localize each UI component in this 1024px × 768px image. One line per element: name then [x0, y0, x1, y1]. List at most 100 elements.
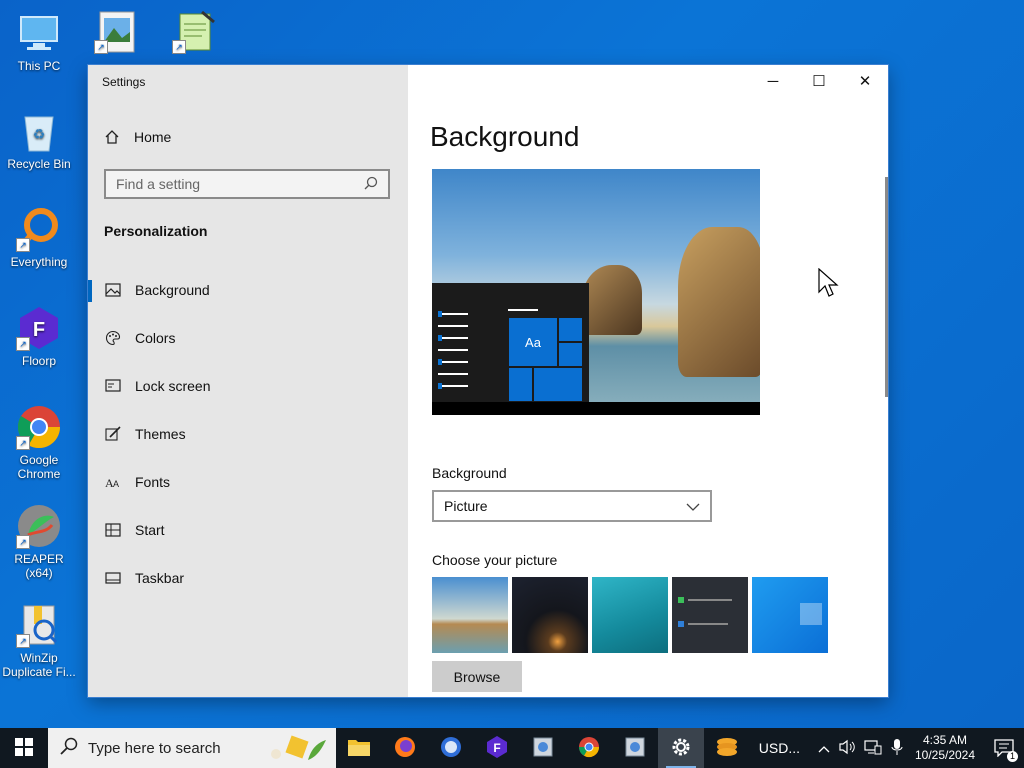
- picture-thumbnail[interactable]: [512, 577, 588, 653]
- desktop-icon-label: Floorp: [21, 354, 56, 368]
- taskbar-search-placeholder: Type here to search: [88, 739, 221, 757]
- background-type-dropdown[interactable]: Picture: [432, 490, 712, 522]
- search-placeholder: Find a setting: [116, 176, 201, 192]
- chrome-icon: [577, 735, 601, 762]
- winzip-icon: ↗: [16, 602, 62, 648]
- settings-window: Settings Home Find a setting Personaliza…: [88, 65, 888, 697]
- maximize-button[interactable]: ☐: [796, 65, 842, 97]
- start-button[interactable]: [0, 728, 48, 768]
- find-setting-input[interactable]: Find a setting: [104, 169, 390, 199]
- taskbar-file-explorer[interactable]: [336, 728, 382, 768]
- desktop-icon-notepad[interactable]: ↗: [158, 8, 232, 57]
- window-controls: ─ ☐ ✕: [750, 65, 888, 97]
- chevron-down-icon: [686, 498, 700, 514]
- background-preview: Aa: [432, 169, 760, 415]
- notepad-icon: ↗: [172, 8, 218, 54]
- currency-tray-text[interactable]: USD...: [759, 740, 800, 756]
- home-icon: [104, 129, 120, 145]
- clock-date: 10/25/2024: [914, 748, 976, 762]
- coins-icon: [714, 736, 740, 761]
- desktop-icon-recycle-bin[interactable]: ♻ Recycle Bin: [2, 108, 76, 171]
- close-button[interactable]: ✕: [842, 65, 888, 97]
- system-tray: USD... 4:35 AM 10/25/2024 1: [759, 728, 1024, 768]
- page-title: Background: [430, 121, 580, 152]
- taskbar-floorp[interactable]: F: [474, 728, 520, 768]
- choose-picture-label: Choose your picture: [432, 552, 558, 568]
- taskbar-tool-app-2[interactable]: [612, 728, 658, 768]
- settings-sidebar: Settings Home Find a setting Personaliza…: [88, 65, 408, 697]
- taskbar-tool-app[interactable]: [520, 728, 566, 768]
- preview-tile: Aa: [508, 317, 558, 367]
- desktop-icon-label: Google Chrome: [17, 453, 61, 481]
- taskbar-chrome[interactable]: [566, 728, 612, 768]
- sidebar-item-label: Fonts: [135, 474, 171, 490]
- brush-icon: [105, 426, 121, 442]
- settings-content: ─ ☐ ✕ Background Aa Background Picture C…: [408, 65, 888, 697]
- taskbar: Type here to search F USD... 4:35 AM 10/…: [0, 728, 1024, 768]
- clock-time: 4:35 AM: [922, 733, 968, 747]
- start-menu-icon: [105, 522, 121, 538]
- taskbar-firefox[interactable]: [382, 728, 428, 768]
- svg-text:F: F: [33, 319, 45, 341]
- dropdown-value: Picture: [444, 498, 488, 514]
- sidebar-item-start[interactable]: Start: [88, 510, 408, 550]
- fonts-icon: AA: [105, 474, 121, 490]
- home-label: Home: [134, 129, 172, 145]
- taskbar-icon: [105, 570, 121, 586]
- picture-thumbnail[interactable]: [672, 577, 748, 653]
- sidebar-item-lock-screen[interactable]: Lock screen: [88, 366, 408, 406]
- firefox-icon: [393, 735, 417, 762]
- sidebar-item-taskbar[interactable]: Taskbar: [88, 558, 408, 598]
- background-type-label: Background: [432, 465, 507, 481]
- volume-icon[interactable]: [838, 739, 856, 758]
- desktop-icon-reaper[interactable]: ↗ REAPER (x64): [2, 503, 76, 580]
- desktop-icon-winzip[interactable]: ↗ WinZip Duplicate Fi...: [2, 602, 76, 679]
- sidebar-item-label: Lock screen: [135, 378, 211, 394]
- everything-icon: ↗: [16, 206, 62, 252]
- microphone-icon[interactable]: [890, 738, 904, 759]
- tool-app-icon: [623, 735, 647, 762]
- taskbar-app-blue[interactable]: [428, 728, 474, 768]
- picture-thumbnail[interactable]: [752, 577, 828, 653]
- desktop-icon-everything[interactable]: ↗ Everything: [2, 206, 76, 269]
- picture-thumbnail[interactable]: [432, 577, 508, 653]
- notification-count-badge: 1: [1007, 751, 1018, 762]
- palette-icon: [105, 330, 121, 346]
- sidebar-item-label: Background: [135, 282, 210, 298]
- minimize-button[interactable]: ─: [750, 65, 796, 97]
- sidebar-item-label: Colors: [135, 330, 176, 346]
- sidebar-item-themes[interactable]: Themes: [88, 414, 408, 454]
- taskbar-settings[interactable]: [658, 728, 704, 768]
- tool-app-icon: [531, 735, 555, 762]
- svg-text:A: A: [113, 479, 119, 489]
- taskbar-search-box[interactable]: Type here to search: [48, 728, 336, 768]
- floorp-icon: F ↗: [16, 305, 62, 351]
- desktop-icon-chrome[interactable]: ↗ Google Chrome: [2, 404, 76, 481]
- browse-button[interactable]: Browse: [432, 661, 522, 692]
- lock-screen-icon: [105, 378, 121, 394]
- picture-icon: [105, 282, 121, 298]
- chevron-up-icon[interactable]: [818, 741, 830, 756]
- taskbar-clock[interactable]: 4:35 AM 10/25/2024: [906, 733, 984, 763]
- desktop-icon-label: REAPER (x64): [14, 552, 64, 580]
- search-icon: [364, 176, 378, 193]
- sidebar-item-fonts[interactable]: AA Fonts: [88, 462, 408, 502]
- folder-icon: [347, 737, 371, 760]
- desktop-icon-this-pc[interactable]: This PC: [2, 10, 76, 73]
- desktop-icon-label: Recycle Bin: [7, 157, 71, 171]
- network-icon[interactable]: [864, 739, 882, 758]
- desktop-icon-wintools[interactable]: ↗: [80, 8, 154, 57]
- desktop-icon-label: This PC: [17, 59, 61, 73]
- sidebar-item-background[interactable]: Background: [88, 270, 408, 310]
- sidebar-item-label: Taskbar: [135, 570, 185, 586]
- scrollbar[interactable]: [885, 177, 888, 397]
- sidebar-item-label: Themes: [135, 426, 186, 442]
- taskbar-currency-app[interactable]: [704, 728, 750, 768]
- window-title: Settings: [102, 75, 146, 89]
- desktop-icon-label: Everything: [10, 255, 68, 269]
- sidebar-item-home[interactable]: Home: [104, 129, 171, 145]
- sidebar-item-colors[interactable]: Colors: [88, 318, 408, 358]
- desktop-icon-floorp[interactable]: F ↗ Floorp: [2, 305, 76, 368]
- picture-thumbnail[interactable]: [592, 577, 668, 653]
- notification-icon[interactable]: 1: [984, 728, 1024, 768]
